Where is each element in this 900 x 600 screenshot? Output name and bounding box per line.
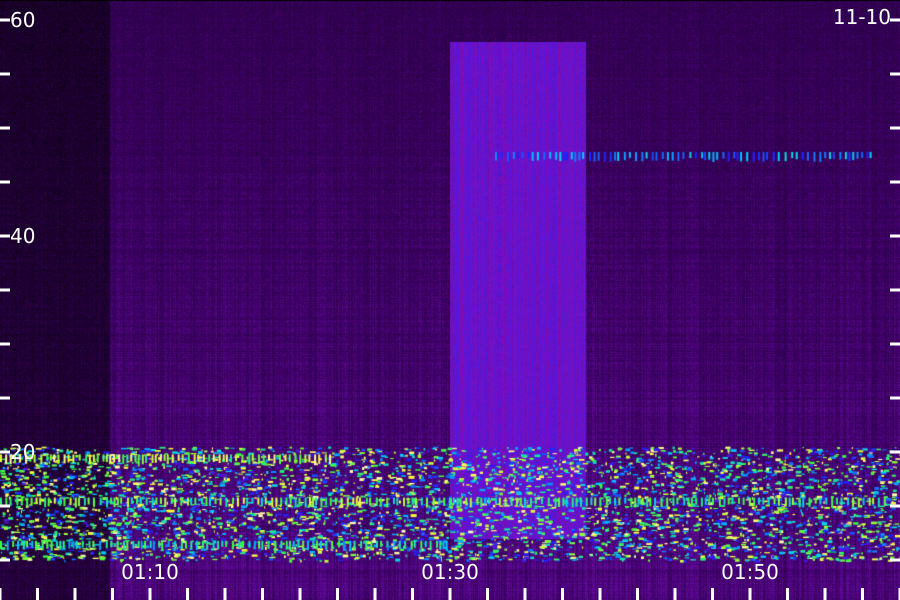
x-tick-label-0130: 01:30 bbox=[421, 560, 479, 584]
axes-overlay: 60 40 20 11-10 01:10 01:30 01:50 bbox=[0, 5, 900, 600]
x-ticks bbox=[0, 588, 900, 600]
y-tick-label-40: 40 bbox=[10, 224, 35, 248]
x-tick-label-0150: 01:50 bbox=[721, 560, 779, 584]
y-tick-label-20: 20 bbox=[10, 440, 35, 464]
y-ticks-left bbox=[0, 18, 10, 562]
x-tick-label-0110: 01:10 bbox=[121, 560, 179, 584]
y-tick-label-60: 60 bbox=[10, 8, 35, 32]
y-ticks-right bbox=[890, 18, 900, 562]
date-label: 11-10 bbox=[833, 5, 891, 29]
